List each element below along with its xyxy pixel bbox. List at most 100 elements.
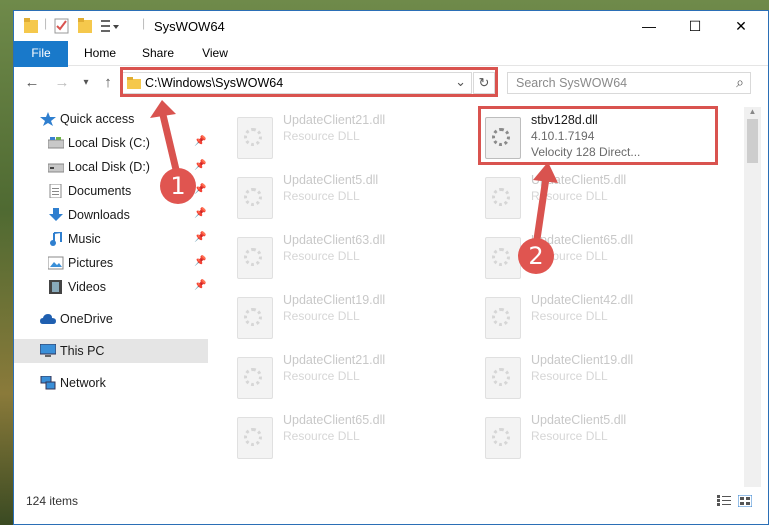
file-item[interactable]: UpdateClient65.dll Resource DLL	[211, 407, 451, 463]
file-item[interactable]: UpdateClient5.dll Resource DLL	[211, 167, 451, 223]
pin-icon[interactable]: 📌	[194, 280, 206, 291]
computer-icon	[40, 344, 56, 357]
large-icons-view-icon[interactable]	[738, 495, 752, 507]
dll-file-icon	[237, 237, 273, 279]
title-bar: | | SysWOW64 — ☐ ✕	[14, 11, 768, 41]
sidebar-item-label: Downloads	[68, 208, 130, 222]
file-name: UpdateClient42.dll	[531, 293, 634, 307]
dll-file-icon	[485, 237, 521, 279]
file-type: Resource DLL	[283, 429, 360, 443]
gear-icon	[244, 248, 262, 266]
file-name: UpdateClient5.dll	[283, 173, 379, 187]
sidebar-item-this-pc[interactable]: This PC	[14, 339, 208, 363]
download-icon	[49, 208, 63, 221]
sidebar-item-label: Network	[60, 376, 106, 390]
file-name: UpdateClient21.dll	[283, 353, 386, 367]
file-item[interactable]: UpdateClient19.dll Resource DLL	[459, 347, 699, 403]
gear-icon	[492, 308, 510, 326]
search-input[interactable]: Search SysWOW64	[516, 76, 627, 90]
gear-icon	[244, 308, 262, 326]
file-item[interactable]: UpdateClient5.dll Resource DLL	[459, 407, 699, 463]
videos-icon	[49, 280, 62, 294]
ribbon-tabs: File Home Share View	[14, 41, 768, 97]
file-type: Resource DLL	[531, 189, 608, 203]
file-type: Resource DLL	[283, 369, 360, 383]
file-item[interactable]: UpdateClient19.dll Resource DLL	[211, 287, 451, 343]
tab-view[interactable]: View	[192, 41, 238, 65]
pin-icon[interactable]: 📌	[194, 160, 206, 171]
scroll-up-icon[interactable]: ▲	[744, 107, 761, 116]
back-button[interactable]: ←	[22, 73, 42, 93]
new-folder-icon[interactable]	[78, 17, 92, 35]
sidebar-item-label: Local Disk (D:)	[68, 160, 150, 174]
scrollbar-thumb[interactable]	[747, 119, 758, 163]
sidebar-item-network[interactable]: Network	[14, 371, 208, 395]
tab-home[interactable]: Home	[76, 41, 124, 65]
sidebar-item-pictures[interactable]: Pictures 📌	[14, 251, 208, 275]
gear-icon	[492, 428, 510, 446]
titlebar-separator: |	[142, 16, 146, 30]
item-count: 124 items	[26, 494, 79, 508]
dll-file-icon	[237, 297, 273, 339]
file-type: Resource DLL	[531, 369, 608, 383]
navigation-pane: Quick access Local Disk (C:) 📌 Local Dis…	[14, 107, 208, 487]
search-box[interactable]: Search SysWOW64 ⌕	[507, 72, 751, 94]
gear-icon	[244, 368, 262, 386]
star-icon	[40, 112, 56, 126]
titlebar-separator: |	[44, 16, 48, 30]
sidebar-item-music[interactable]: Music 📌	[14, 227, 208, 251]
sidebar-item-label: Local Disk (C:)	[68, 136, 150, 150]
drive-icon	[48, 163, 64, 173]
file-type: Resource DLL	[531, 429, 608, 443]
properties-icon[interactable]	[54, 17, 70, 35]
sidebar-item-videos[interactable]: Videos 📌	[14, 275, 208, 299]
customize-toolbar-icon[interactable]	[100, 17, 120, 35]
search-icon[interactable]: ⌕	[736, 74, 744, 91]
step-badge-1: 1	[160, 168, 196, 204]
network-icon	[40, 376, 56, 390]
pin-icon[interactable]: 📌	[194, 136, 206, 147]
music-icon	[50, 232, 62, 246]
sidebar-item-label: Documents	[68, 184, 132, 198]
dll-file-icon	[485, 417, 521, 459]
gear-icon	[492, 188, 510, 206]
tab-share[interactable]: Share	[134, 41, 182, 65]
file-name: UpdateClient5.dll	[531, 413, 627, 427]
dll-file-icon	[485, 297, 521, 339]
sidebar-item-downloads[interactable]: Downloads 📌	[14, 203, 208, 227]
pin-icon[interactable]: 📌	[194, 232, 206, 243]
forward-button[interactable]: →	[52, 73, 72, 93]
file-name: UpdateClient5.dll	[531, 173, 627, 187]
file-item[interactable]: UpdateClient65.dll Resource DLL	[459, 227, 699, 283]
vertical-scrollbar[interactable]: ▲	[744, 107, 761, 487]
up-button[interactable]: ↑	[98, 73, 118, 93]
status-bar: 124 items	[14, 489, 768, 513]
file-name: UpdateClient63.dll	[283, 233, 386, 247]
drive-icon	[48, 137, 64, 149]
file-name: UpdateClient19.dll	[531, 353, 634, 367]
cloud-icon	[40, 314, 56, 324]
maximize-button[interactable]: ☐	[672, 11, 718, 41]
sidebar-item-label: OneDrive	[60, 312, 113, 326]
minimize-button[interactable]: —	[626, 11, 672, 41]
window-title: SysWOW64	[154, 19, 225, 34]
file-item[interactable]: UpdateClient42.dll Resource DLL	[459, 287, 699, 343]
file-highlight-box	[478, 106, 718, 165]
dll-file-icon	[237, 357, 273, 399]
pictures-icon	[48, 256, 64, 270]
details-view-icon[interactable]	[717, 495, 731, 507]
file-item[interactable]: UpdateClient21.dll Resource DLL	[211, 107, 451, 163]
file-type: Resource DLL	[283, 309, 360, 323]
file-item[interactable]: UpdateClient63.dll Resource DLL	[211, 227, 451, 283]
file-item[interactable]: UpdateClient21.dll Resource DLL	[211, 347, 451, 403]
sidebar-item-local-disk-c[interactable]: Local Disk (C:) 📌	[14, 131, 208, 155]
pin-icon[interactable]: 📌	[194, 208, 206, 219]
sidebar-item-quick-access[interactable]: Quick access	[14, 107, 208, 131]
gear-icon	[244, 188, 262, 206]
close-button[interactable]: ✕	[718, 11, 764, 41]
pin-icon[interactable]: 📌	[194, 256, 206, 267]
sidebar-item-label: Quick access	[60, 112, 135, 126]
file-item[interactable]: UpdateClient5.dll Resource DLL	[459, 167, 699, 223]
sidebar-item-onedrive[interactable]: OneDrive	[14, 307, 208, 331]
recent-locations-button[interactable]: ▾	[76, 73, 96, 93]
